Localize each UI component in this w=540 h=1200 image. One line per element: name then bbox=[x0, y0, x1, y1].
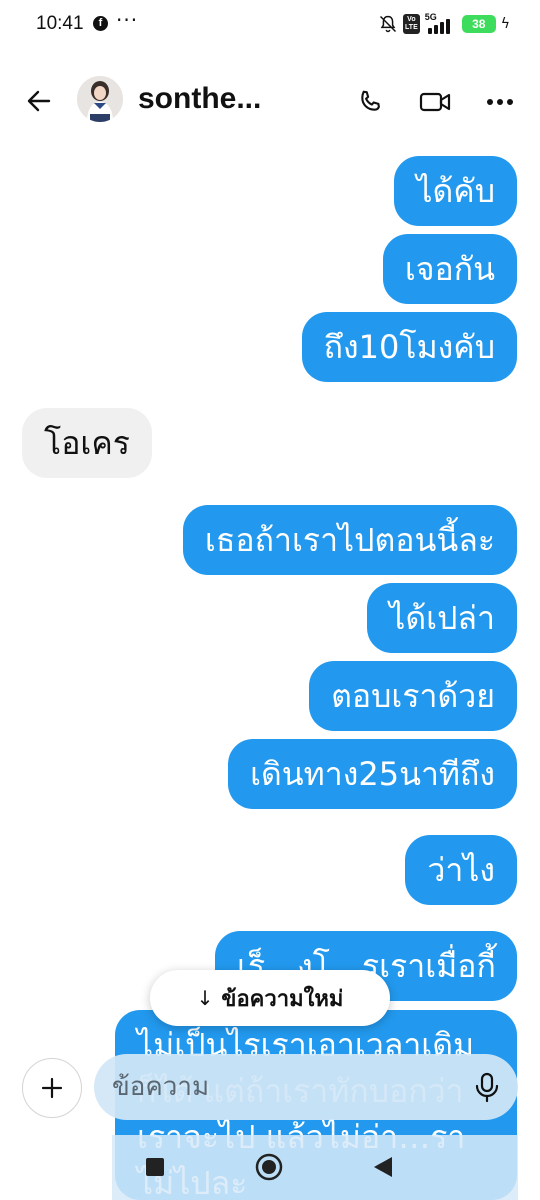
chat-header: sonthe... bbox=[0, 62, 540, 142]
status-time: 10:41 bbox=[36, 13, 84, 34]
voice-call-button[interactable] bbox=[350, 82, 390, 122]
status-icons: Vo LTE 5G 38 ϟ bbox=[378, 12, 510, 35]
message-input[interactable] bbox=[112, 1054, 452, 1120]
video-camera-icon bbox=[419, 92, 451, 112]
message-bubble-incoming[interactable]: โอเคร bbox=[22, 408, 152, 478]
add-attachment-button[interactable] bbox=[22, 1058, 82, 1118]
status-bar: 10:41 f ··· Vo LTE 5G 38 ϟ bbox=[0, 0, 540, 50]
message-bubble-outgoing[interactable]: เจอกัน bbox=[382, 234, 517, 304]
triangle-back-icon bbox=[374, 1157, 392, 1177]
plus-icon bbox=[41, 1077, 63, 1099]
message-bubble-outgoing[interactable]: เดินทาง25นาทีถึง bbox=[228, 739, 517, 809]
home-button[interactable] bbox=[254, 1152, 284, 1182]
more-options-button[interactable] bbox=[480, 82, 520, 122]
video-call-button[interactable] bbox=[415, 82, 455, 122]
more-options-icon bbox=[487, 99, 513, 105]
volte-badge: Vo LTE bbox=[403, 14, 420, 34]
message-bubble-outgoing[interactable]: ได้เปล่า bbox=[367, 583, 517, 653]
avatar[interactable] bbox=[77, 76, 123, 122]
message-bubble-outgoing[interactable]: ตอบเราด้วย bbox=[309, 661, 517, 731]
back-arrow-icon bbox=[27, 90, 51, 112]
arrow-down-icon: ↓ bbox=[196, 986, 214, 1010]
message-composer bbox=[94, 1054, 518, 1120]
charging-icon: ϟ bbox=[500, 16, 510, 32]
contact-name[interactable]: sonthe... bbox=[138, 82, 261, 116]
back-button[interactable] bbox=[20, 82, 58, 120]
new-messages-button[interactable]: ↓ ข้อความใหม่ bbox=[150, 970, 390, 1026]
phone-icon bbox=[361, 90, 380, 111]
message-bubble-outgoing[interactable]: ถึง10โมงคับ bbox=[301, 312, 517, 382]
more-notifications-icon: ··· bbox=[116, 8, 139, 32]
voice-message-button[interactable] bbox=[472, 1071, 502, 1103]
avatar-image bbox=[77, 76, 123, 122]
message-bubble-outgoing[interactable]: ได้คับ bbox=[394, 156, 517, 226]
mute-bell-icon bbox=[380, 15, 397, 33]
recent-apps-button[interactable] bbox=[140, 1152, 170, 1182]
system-navigation-bar bbox=[112, 1135, 518, 1200]
facebook-notification-icon: f bbox=[93, 16, 108, 31]
message-bubble-outgoing[interactable]: ว่าไง bbox=[405, 835, 517, 905]
signal-strength-icon: 5G bbox=[425, 12, 457, 34]
back-nav-button[interactable] bbox=[368, 1152, 398, 1182]
home-circle-icon bbox=[255, 1153, 283, 1181]
message-bubble-outgoing[interactable]: เธอถ้าเราไปตอนนี้ละ bbox=[182, 505, 517, 575]
square-icon bbox=[146, 1158, 164, 1176]
volte-top-label: Vo bbox=[407, 16, 416, 23]
new-messages-label: ข้อความใหม่ bbox=[221, 986, 344, 1012]
microphone-icon bbox=[475, 1072, 499, 1103]
volte-bottom-label: LTE bbox=[405, 24, 418, 31]
battery-icon: 38 bbox=[461, 15, 496, 33]
